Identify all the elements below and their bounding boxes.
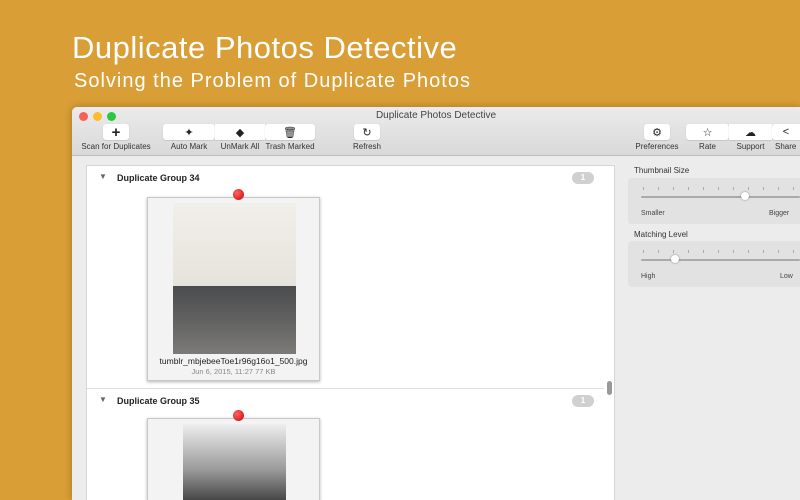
support-cloud-icon: ☁ [745, 126, 756, 139]
slider-min-label: High [641, 273, 656, 280]
unmark-all-label: UnMark All [220, 142, 260, 151]
slider-knob[interactable] [671, 255, 680, 263]
pin-icon [233, 189, 244, 200]
refresh-label: Refresh [352, 142, 381, 151]
duplicate-groups-list: ▼ Duplicate Group 34 1 tumblr_mbjebeeToe… [86, 165, 615, 500]
thumbnail-size-label: Thumbnail Size [634, 166, 690, 175]
rate-label: Rate [699, 142, 716, 151]
matching-level-label: Matching Level [634, 230, 688, 239]
slider-min-label: Smaller [641, 210, 665, 217]
pin-icon [233, 410, 244, 421]
app-window: Duplicate Photos Detective + Scan for Du… [72, 107, 800, 500]
trash-marked-label: Trash Marked [265, 142, 315, 151]
preferences-label: Preferences [635, 142, 679, 151]
slider-max-label: Low [780, 273, 793, 280]
gear-icon: ⚙ [652, 126, 662, 139]
share-label: Share [775, 142, 797, 151]
support-label: Support [736, 142, 765, 151]
toolbar: Duplicate Photos Detective + Scan for Du… [72, 107, 800, 156]
auto-mark-label: Auto Mark [170, 142, 208, 151]
group-title: Duplicate Group 34 [117, 173, 200, 183]
eraser-icon: ◆ [235, 126, 245, 139]
trash-marked-button[interactable]: 🗑 [265, 124, 315, 140]
trash-icon: 🗑 [283, 126, 297, 139]
share-button[interactable]: < [772, 124, 800, 140]
photo-thumbnail[interactable] [183, 424, 286, 500]
window-title: Duplicate Photos Detective [375, 110, 497, 121]
group-header[interactable]: ▼ Duplicate Group 34 1 [87, 166, 604, 188]
count-badge: 1 [572, 395, 594, 407]
thumbnail-size-slider[interactable]: Smaller Bigger [628, 178, 800, 224]
slider-knob[interactable] [741, 192, 750, 200]
group-header[interactable]: ▼ Duplicate Group 35 1 [87, 389, 604, 411]
auto-mark-button[interactable]: ✦ [163, 124, 215, 140]
scan-button[interactable]: + [103, 123, 129, 141]
rate-button[interactable]: ☆ [686, 124, 729, 140]
unmark-all-button[interactable]: ◆ [215, 124, 265, 140]
count-badge: 1 [572, 172, 594, 184]
hero-title: Duplicate Photos Detective [72, 30, 458, 65]
star-icon: ☆ [702, 126, 713, 139]
share-icon: < [782, 126, 790, 138]
photo-card[interactable] [147, 418, 320, 500]
scan-label: Scan for Duplicates [81, 142, 151, 151]
scrollbar[interactable] [607, 381, 612, 395]
file-meta: Jun 6, 2015, 11:27 77 KB [191, 367, 276, 376]
preferences-button[interactable]: ⚙ [644, 124, 670, 140]
disclosure-triangle-icon[interactable]: ▼ [99, 395, 107, 404]
group-title: Duplicate Group 35 [117, 396, 200, 406]
plus-icon: + [111, 123, 121, 141]
photo-thumbnail[interactable] [173, 203, 296, 354]
refresh-button[interactable]: ↻ [354, 124, 380, 140]
slider-max-label: Bigger [769, 210, 790, 217]
matching-level-slider[interactable]: High Low [628, 241, 800, 287]
support-button[interactable]: ☁ [729, 124, 772, 140]
file-name: tumblr_mbjebeeToe1r96g16o1_500.jpg [159, 356, 308, 366]
disclosure-triangle-icon[interactable]: ▼ [99, 172, 107, 181]
hero-subtitle: Solving the Problem of Duplicate Photos [74, 70, 471, 92]
refresh-icon: ↻ [362, 126, 372, 139]
photo-card[interactable]: tumblr_mbjebeeToe1r96g16o1_500.jpg Jun 6… [147, 197, 320, 381]
magic-wand-icon: ✦ [184, 126, 194, 139]
